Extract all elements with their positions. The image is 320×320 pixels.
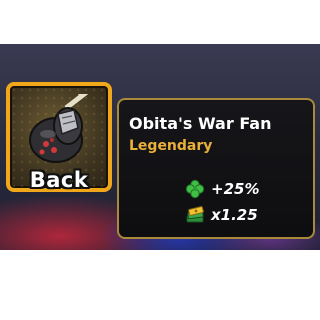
cash-value: x1.25 [211,206,258,224]
cash-stat: x1.25 [185,204,258,226]
item-rarity: Legendary [129,138,213,154]
luck-value: +25% [211,180,260,198]
back-label: Back [29,168,89,192]
back-button[interactable]: Back [6,82,112,192]
luck-stat: +25% [185,178,259,200]
war-fan-icon [29,94,89,163]
item-info-card: Obita's War Fan Legendary +25% x1.25 [117,98,315,239]
cash-stack-icon [186,206,204,223]
clover-icon [185,179,205,199]
item-name: Obita's War Fan [129,114,272,133]
